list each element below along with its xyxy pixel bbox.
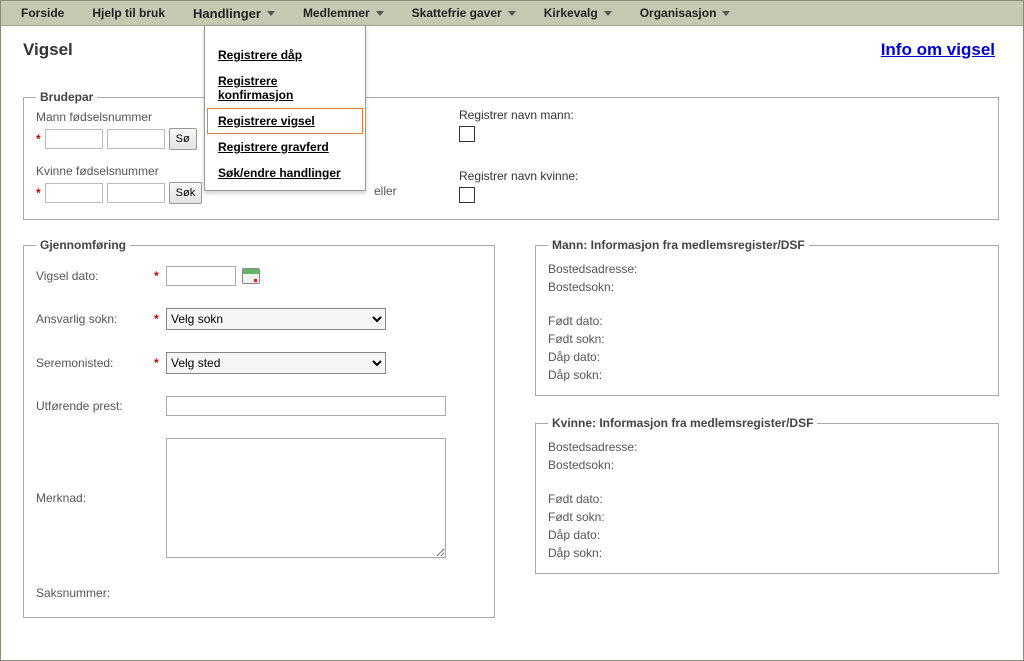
menu-label: Medlemmer [303, 6, 370, 20]
menu-hjelp[interactable]: Hjelp til bruk [92, 6, 165, 20]
merknad-textarea[interactable] [166, 438, 446, 558]
mann-sok-button[interactable]: Sø [169, 128, 197, 150]
kvinne-info-fieldset: Kvinne: Informasjon fra medlemsregister/… [535, 416, 999, 574]
ansvarlig-sokn-label: Ansvarlig sokn: [36, 312, 154, 326]
seremonisted-select[interactable]: Velg sted [166, 352, 386, 374]
required-spacer [154, 491, 166, 505]
chevron-down-icon [376, 11, 384, 16]
menu-skattefrie-gaver[interactable]: Skattefrie gaver [412, 6, 516, 20]
menu-label: Organisasjon [640, 6, 717, 20]
dropdown-registrere-gravferd[interactable]: Registrere gravferd [207, 134, 363, 160]
page-title: Vigsel [23, 40, 1001, 60]
menu-label: Forside [21, 6, 64, 20]
mann-fodt-sokn: Født sokn: [548, 332, 986, 346]
menu-forside[interactable]: Forside [21, 6, 64, 20]
kvinne-fnr-input-2[interactable] [107, 183, 165, 203]
vigsel-dato-label: Vigsel dato: [36, 269, 154, 283]
chevron-down-icon [604, 11, 612, 16]
gjennomforing-legend: Gjennomføring [36, 238, 130, 252]
registrer-navn-kvinne-label: Registrer navn kvinne: [459, 169, 578, 183]
menu-medlemmer[interactable]: Medlemmer [303, 6, 384, 20]
chevron-down-icon [722, 11, 730, 16]
kvinne-dap-dato: Dåp dato: [548, 528, 986, 542]
menu-handlinger[interactable]: Handlinger [193, 6, 275, 21]
mann-bostedsadresse: Bostedsadresse: [548, 262, 986, 276]
mann-fnr-input-2[interactable] [107, 129, 165, 149]
menu-label: Hjelp til bruk [92, 6, 165, 20]
required-marker: * [36, 132, 41, 146]
dropdown-sok-endre-handlinger[interactable]: Søk/endre handlinger [207, 160, 363, 186]
required-marker: * [154, 356, 166, 370]
registrer-navn-kvinne-checkbox[interactable] [459, 187, 475, 203]
required-marker: * [154, 269, 166, 283]
mann-dap-sokn: Dåp sokn: [548, 368, 986, 382]
vigsel-dato-input[interactable] [166, 266, 236, 286]
menu-label: Handlinger [193, 6, 261, 21]
eller-label: eller [374, 184, 397, 198]
handlinger-dropdown: Registrere dåp Registrere konfirmasjon R… [204, 25, 366, 191]
calendar-icon[interactable] [242, 268, 260, 284]
saksnummer-label: Saksnummer: [36, 586, 154, 600]
ansvarlig-sokn-select[interactable]: Velg sokn [166, 308, 386, 330]
kvinne-bostedsokn: Bostedsokn: [548, 458, 986, 472]
required-spacer [154, 399, 166, 413]
dropdown-registrere-dap[interactable]: Registrere dåp [207, 42, 363, 68]
brudepar-legend: Brudepar [36, 90, 97, 104]
brudepar-right: Registrer navn mann: Registrer navn kvin… [459, 108, 578, 230]
required-marker: * [36, 186, 41, 200]
mann-bostedsokn: Bostedsokn: [548, 280, 986, 294]
registrer-navn-mann-label: Registrer navn mann: [459, 108, 578, 122]
menu-label: Kirkevalg [544, 6, 598, 20]
kvinne-sok-button[interactable]: Søk [169, 182, 203, 204]
content: Vigsel Info om vigsel Brudepar Mann føds… [1, 26, 1023, 618]
utforende-prest-label: Utførende prest: [36, 399, 154, 413]
merknad-label: Merknad: [36, 491, 154, 505]
menubar: Forside Hjelp til bruk Handlinger Medlem… [1, 1, 1023, 26]
dropdown-registrere-konfirmasjon[interactable]: Registrere konfirmasjon [207, 68, 363, 108]
registrer-navn-mann-checkbox[interactable] [459, 126, 475, 142]
utforende-prest-input[interactable] [166, 396, 446, 416]
gjennomforing-fieldset: Gjennomføring Vigsel dato: * Ansvarlig s… [23, 238, 495, 618]
kvinne-fodt-sokn: Født sokn: [548, 510, 986, 524]
mann-info-fieldset: Mann: Informasjon fra medlemsregister/DS… [535, 238, 999, 396]
mann-fodt-dato: Født dato: [548, 314, 986, 328]
kvinne-fnr-input-1[interactable] [45, 183, 103, 203]
brudepar-fieldset: Brudepar Mann fødselsnummer * Sø Kvinne … [23, 90, 999, 220]
lower-columns: Gjennomføring Vigsel dato: * Ansvarlig s… [23, 238, 999, 618]
chevron-down-icon [508, 11, 516, 16]
mann-info-legend: Mann: Informasjon fra medlemsregister/DS… [548, 238, 809, 252]
required-marker: * [154, 312, 166, 326]
menu-label: Skattefrie gaver [412, 6, 502, 20]
mann-fnr-input-1[interactable] [45, 129, 103, 149]
kvinne-info-legend: Kvinne: Informasjon fra medlemsregister/… [548, 416, 817, 430]
kvinne-fodt-dato: Født dato: [548, 492, 986, 506]
chevron-down-icon [267, 11, 275, 16]
menu-organisasjon[interactable]: Organisasjon [640, 6, 731, 20]
seremonisted-label: Seremonisted: [36, 356, 154, 370]
right-column: Mann: Informasjon fra medlemsregister/DS… [535, 238, 999, 618]
mann-dap-dato: Dåp dato: [548, 350, 986, 364]
menu-kirkevalg[interactable]: Kirkevalg [544, 6, 612, 20]
dropdown-registrere-vigsel[interactable]: Registrere vigsel [207, 108, 363, 134]
kvinne-bostedsadresse: Bostedsadresse: [548, 440, 986, 454]
kvinne-dap-sokn: Dåp sokn: [548, 546, 986, 560]
info-om-vigsel-link[interactable]: Info om vigsel [881, 40, 995, 60]
